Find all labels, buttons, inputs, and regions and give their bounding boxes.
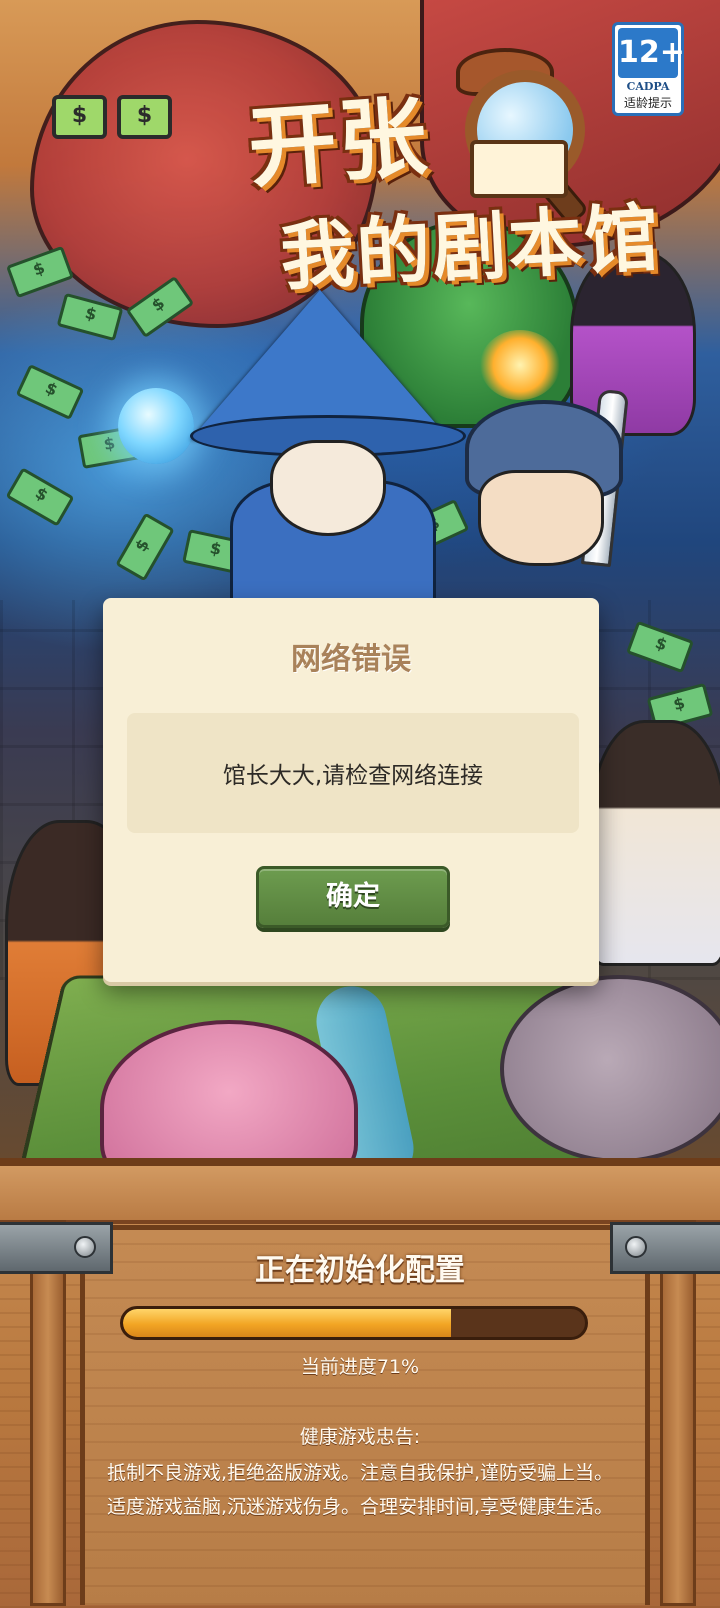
progress-bar-fill [123,1309,452,1337]
dollar-bill-icon: $ [5,245,75,299]
warrior-face [478,470,604,566]
health-notice-title: 健康游戏忠告: [299,1426,421,1448]
progress-bar [120,1306,588,1340]
health-notice-line: 适度游戏益脑,沉迷游戏伤身。合理安排时间,享受健康生活。 [106,1496,614,1518]
age-rating-org: CADPA [626,80,670,93]
dialog-title: 网络错误 [291,642,411,677]
dollar-bill-icon: $ [5,467,75,527]
dollar-bill-icon: $ [115,512,175,582]
age-rating-value: 12+ [618,28,685,78]
health-notice-line: 抵制不良游戏,拒绝盗版游戏。注意自我保护,谨防受骗上当。 [106,1462,614,1484]
logo-title-line1: 开张 [245,84,432,201]
dialog-message: 馆长大大,请检查网络连接 [222,763,484,789]
magic-orb [118,388,194,464]
dollar-glasses-icon: $ $ [52,95,172,139]
progress-text: 当前进度71% [300,1356,420,1378]
dollar-bill-icon: $ [15,363,85,421]
logo-title-line2: 我的剧本馆 [278,195,663,301]
network-error-dialog: 网络错误 馆长大大,请检查网络连接 确定 [103,598,599,982]
fireball [480,330,560,400]
confirm-button[interactable]: 确定 [256,866,450,928]
wizard-face [270,440,386,536]
wood-plank [0,1166,720,1224]
age-rating-badge[interactable]: 12+ CADPA 适龄提示 [612,22,685,116]
dialog-message-box: 馆长大大,请检查网络连接 [127,713,579,833]
loading-title: 正在初始化配置 [255,1253,465,1288]
age-rating-tip: 适龄提示 [623,96,672,110]
right-boy-character [590,720,720,966]
